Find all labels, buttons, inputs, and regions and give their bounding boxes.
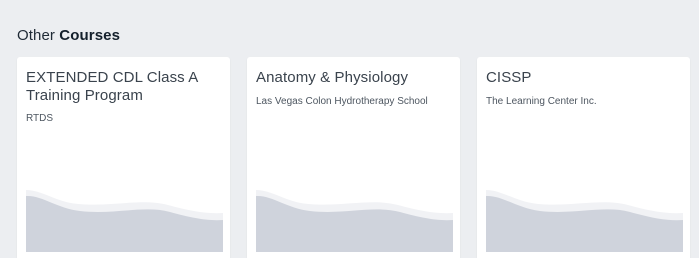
course-school: The Learning Center Inc.	[486, 96, 597, 107]
course-school: Las Vegas Colon Hydrotherapy School	[256, 96, 428, 107]
course-title[interactable]: CISSP	[486, 69, 680, 87]
courses-list: EXTENDED CDL Class A Training Program RT…	[0, 0, 699, 258]
course-card[interactable]: EXTENDED CDL Class A Training Program RT…	[17, 57, 230, 258]
wave-placeholder-icon	[256, 190, 453, 252]
course-title[interactable]: EXTENDED CDL Class A Training Program	[26, 69, 220, 105]
course-title[interactable]: Anatomy & Physiology	[256, 69, 450, 87]
wave-placeholder-icon	[486, 190, 683, 252]
course-card[interactable]: CISSP The Learning Center Inc.	[477, 57, 690, 258]
course-card[interactable]: Anatomy & Physiology Las Vegas Colon Hyd…	[247, 57, 460, 258]
course-school: RTDS	[26, 113, 54, 124]
wave-placeholder-icon	[26, 190, 223, 252]
